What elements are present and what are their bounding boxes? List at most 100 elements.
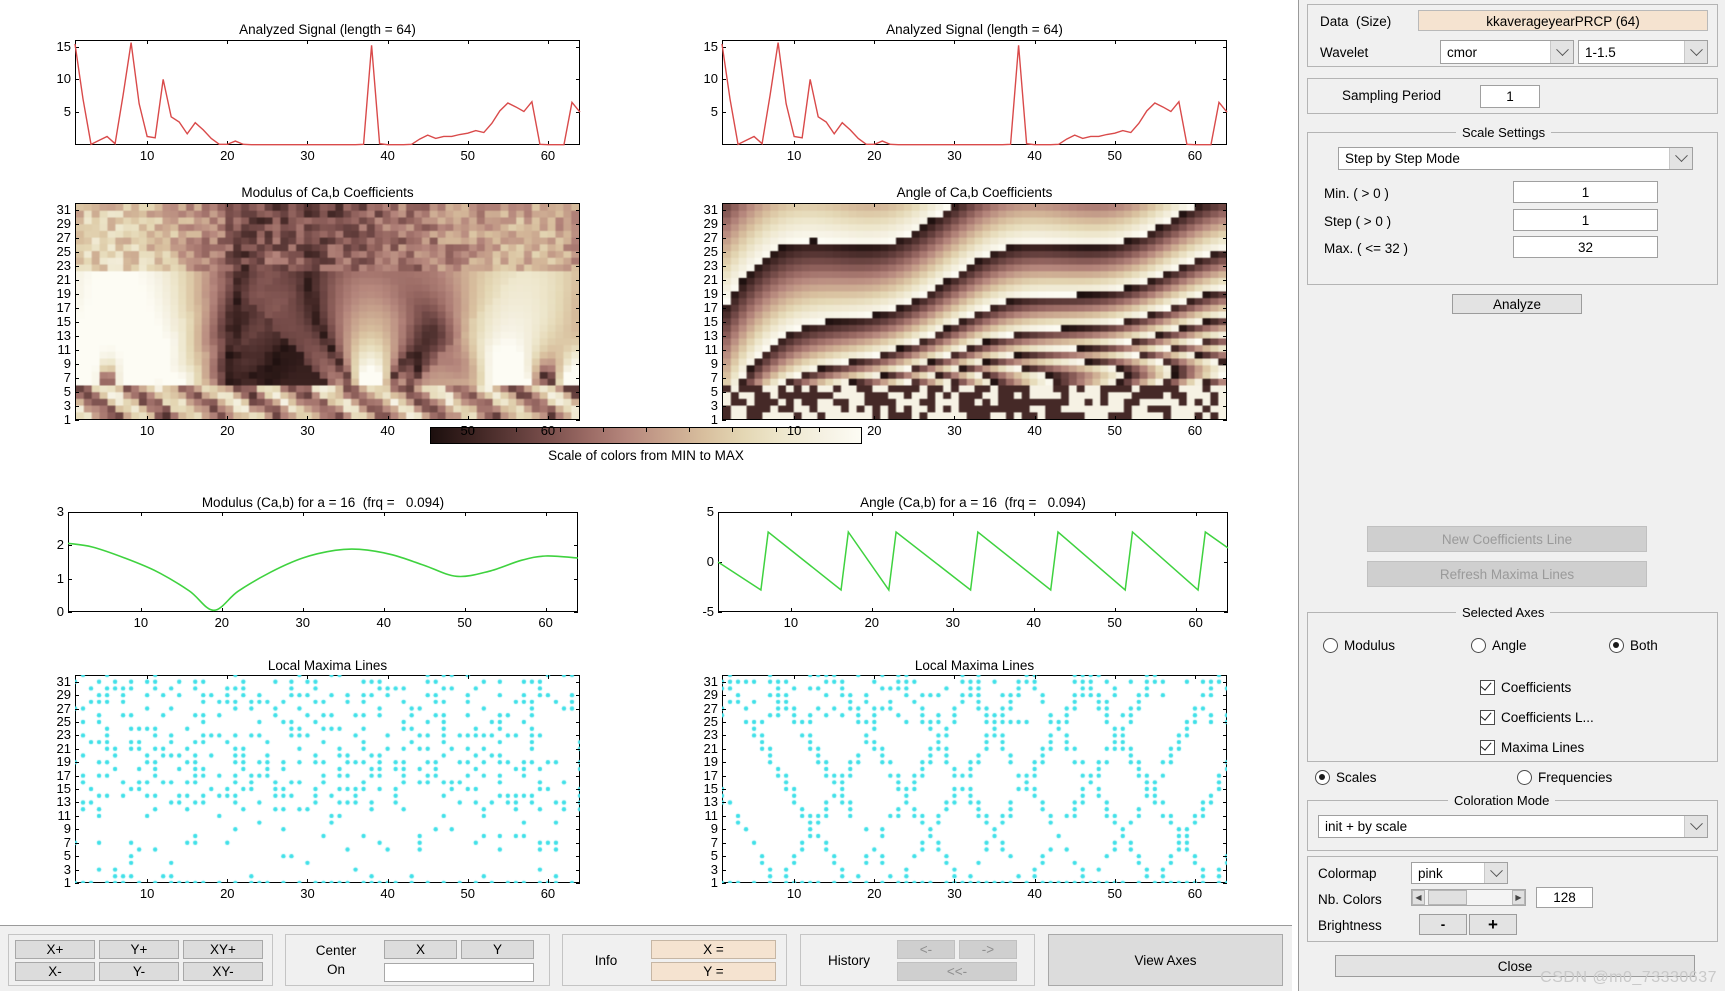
local-maxima-left-xtick-label: 60 <box>540 886 556 901</box>
local-maxima-left-xtick-mark <box>307 879 309 883</box>
sampling-period-input[interactable]: 1 <box>1480 85 1540 108</box>
modulus-scalogram-ytick-label: 5 <box>63 384 71 399</box>
data-wavelet-group: Data (Size) kkaverageyearPRCP (64) Wavel… <box>1307 4 1718 67</box>
scale-mode-value: Step by Step Mode <box>1345 151 1460 166</box>
local-maxima-right-ytick-mark-right <box>1223 856 1227 858</box>
local-maxima-right-ytick-label: 31 <box>703 673 718 689</box>
local-maxima-right-xtick-mark <box>794 879 796 883</box>
angle-scalogram-ytick-mark <box>722 364 726 365</box>
analyzed-signal-left-ytick-label: 5 <box>63 104 71 120</box>
checkbox-maxima-lines-label: Maxima Lines <box>1501 740 1585 755</box>
modulus-scalogram-ytick-mark-right <box>576 294 580 295</box>
slider-track[interactable] <box>1425 890 1512 905</box>
angle-scalogram-ytick-label: 17 <box>703 300 718 315</box>
wavelet-label: Wavelet <box>1320 45 1369 60</box>
angle-scalogram-ytick-mark-right <box>1223 294 1227 295</box>
chevron-down-icon[interactable] <box>1684 816 1707 837</box>
local-maxima-left-ytick-mark-right <box>576 681 580 683</box>
local-maxima-left-ytick-label: 13 <box>56 794 71 810</box>
radio-scales[interactable]: Scales <box>1315 770 1377 785</box>
angle-scalogram-ytick-label: 3 <box>710 398 718 413</box>
center-on-input[interactable] <box>384 963 534 982</box>
slider-thumb[interactable] <box>1428 890 1467 905</box>
local-maxima-right-points <box>722 675 1227 883</box>
brightness-plus-button[interactable]: + <box>1469 914 1517 935</box>
slider-left-arrow-icon[interactable]: ◀ <box>1412 890 1425 905</box>
checkbox-maxima-lines[interactable]: Maxima Lines <box>1480 740 1584 755</box>
view-axes-button[interactable]: View Axes <box>1048 934 1283 986</box>
local-maxima-right-ytick-mark-right <box>1223 762 1227 764</box>
zoom-y-plus-button[interactable]: Y+ <box>99 940 179 959</box>
local-maxima-left-xtick-mark-top <box>467 675 469 679</box>
modulus-scalogram-ytick-label: 31 <box>56 202 71 217</box>
checkbox-coefficients-line[interactable]: Coefficients L... <box>1480 710 1594 725</box>
zoom-xy-plus-button[interactable]: XY+ <box>183 940 263 959</box>
center-on-y-button[interactable]: Y <box>461 940 534 959</box>
coloration-mode-select[interactable]: init + by scale <box>1318 815 1708 838</box>
local-maxima-right-xtick-mark <box>1034 879 1036 883</box>
local-maxima-right-xtick-mark-top <box>1194 675 1196 679</box>
chevron-down-icon[interactable] <box>1669 148 1692 169</box>
modulus-scalogram-ytick-label: 23 <box>56 258 71 273</box>
radio-both[interactable]: Both <box>1609 638 1658 653</box>
history-back-button[interactable]: <- <box>897 940 955 959</box>
radio-modulus-label: Modulus <box>1344 638 1396 653</box>
nb-colors-slider[interactable]: ◀ ▶ <box>1411 889 1526 906</box>
chevron-down-icon[interactable] <box>1484 863 1507 883</box>
zoom-x-plus-button[interactable]: X+ <box>15 940 95 959</box>
zoom-x-minus-button[interactable]: X- <box>15 962 95 981</box>
brightness-minus-button[interactable]: - <box>1419 914 1467 935</box>
local-maxima-right-ytick-label: 7 <box>710 834 718 850</box>
angle-scalogram-ytick-label: 25 <box>703 244 718 259</box>
chevron-down-icon[interactable] <box>1550 41 1573 63</box>
chevron-down-icon[interactable] <box>1684 41 1707 63</box>
scale-step-input[interactable]: 1 <box>1513 209 1658 231</box>
nb-colors-input[interactable]: 128 <box>1536 887 1593 908</box>
zoom-y-minus-button[interactable]: Y- <box>99 962 179 981</box>
local-maxima-left-ytick-mark-right <box>576 721 580 723</box>
scale-max-input[interactable]: 32 <box>1513 236 1658 258</box>
modulus-scalogram-ytick-mark <box>75 322 79 323</box>
info-y-value: Y = <box>651 962 776 981</box>
scale-step-label: Step ( > 0 ) <box>1324 214 1392 229</box>
modulus-scalogram-ytick-mark <box>75 336 79 337</box>
scale-mode-select[interactable]: Step by Step Mode <box>1338 147 1693 170</box>
slider-right-arrow-icon[interactable]: ▶ <box>1512 890 1525 905</box>
local-maxima-left-xtick-mark <box>547 879 549 883</box>
scale-min-input[interactable]: 1 <box>1513 181 1658 203</box>
angle-scalogram-ytick-label: 9 <box>710 356 718 371</box>
radio-modulus[interactable]: Modulus <box>1323 638 1395 653</box>
radio-angle[interactable]: Angle <box>1471 638 1527 653</box>
local-maxima-left-ytick-mark <box>75 815 79 817</box>
local-maxima-right-ytick-label: 15 <box>703 781 718 797</box>
modulus-scalogram-ytick-mark-right <box>576 364 580 365</box>
wavelet-param-select[interactable]: 1-1.5 <box>1578 40 1708 64</box>
center-on-x-button[interactable]: X <box>384 940 457 959</box>
refresh-maxima-lines-button[interactable]: Refresh Maxima Lines <box>1367 561 1647 587</box>
wavelet-select[interactable]: cmor <box>1440 40 1574 64</box>
local-maxima-left-xtick-mark-top <box>387 675 389 679</box>
history-reset-button[interactable]: <<- <box>897 962 1017 981</box>
angle-line-ytick-label: 5 <box>706 504 714 519</box>
local-maxima-left-ytick-mark-right <box>576 829 580 831</box>
local-maxima-right-xtick-label: 10 <box>786 886 802 901</box>
modulus-scalogram-ytick-mark <box>75 224 79 225</box>
angle-scalogram-ytick-mark-right <box>1223 280 1227 281</box>
angle-scalogram-ytick-label: 29 <box>703 216 718 231</box>
modulus-line-xtick-label: 10 <box>133 615 149 630</box>
new-coefficients-line-button[interactable]: New Coefficients Line <box>1367 526 1647 552</box>
radio-frequencies[interactable]: Frequencies <box>1517 770 1612 785</box>
scale-max-label: Max. ( <= 32 ) <box>1324 241 1409 256</box>
modulus-scalogram-ytick-mark-right <box>576 308 580 309</box>
angle-scalogram-xtick-mark <box>1114 416 1116 420</box>
local-maxima-left-xtick-label: 20 <box>220 886 235 901</box>
history-forward-button[interactable]: -> <box>959 940 1017 959</box>
analyze-button[interactable]: Analyze <box>1452 294 1582 314</box>
local-maxima-right-ytick-mark-right <box>1223 681 1227 683</box>
colorbar-tick <box>818 427 820 432</box>
zoom-xy-minus-button[interactable]: XY- <box>183 962 263 981</box>
checkbox-coefficients[interactable]: Coefficients <box>1480 680 1571 695</box>
local-maxima-right-ytick-mark <box>722 735 726 737</box>
modulus-scalogram-ytick-mark <box>75 406 79 407</box>
colormap-select[interactable]: pink <box>1411 862 1508 884</box>
